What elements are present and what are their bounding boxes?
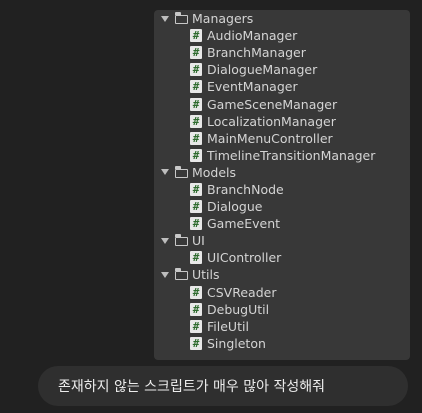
csharp-script-icon: # — [190, 182, 202, 196]
csharp-script-icon: # — [190, 63, 202, 77]
tree-folder-row: Utils — [154, 266, 410, 283]
tree-item-label: DialogueManager — [207, 62, 318, 78]
tree-file-row: # MainMenuController — [154, 130, 410, 147]
tree-file-row: # TimelineTransitionManager — [154, 147, 410, 164]
project-tree: Managers # AudioManager # BranchManager # Dial… — [154, 10, 410, 352]
tree-file-row: # GameSceneManager — [154, 95, 410, 112]
folder-icon — [174, 12, 188, 25]
tree-item-label: Utils — [192, 267, 220, 283]
tree-item-label: BranchNode — [207, 181, 284, 197]
tree-item-label: Models — [192, 164, 237, 180]
csharp-script-icon: # — [190, 336, 202, 350]
tree-item-label: GameEvent — [207, 216, 281, 232]
tree-item-label: EventManager — [207, 79, 298, 95]
tree-item-label: BranchManager — [207, 45, 306, 61]
expand-arrow-icon — [161, 169, 169, 176]
folder-icon — [174, 234, 188, 247]
expand-arrow-icon — [161, 237, 169, 244]
tree-item-label: CSVReader — [207, 284, 277, 300]
tree-item-label: Dialogue — [207, 199, 263, 215]
expand-arrow-icon — [161, 271, 169, 278]
tree-item-label: Singleton — [207, 335, 266, 351]
user-message-text: 존재하지 않는 스크립트가 매우 많아 작성해줘 — [58, 379, 325, 395]
csharp-script-icon: # — [190, 200, 202, 214]
tree-folder-row: Managers — [154, 10, 410, 27]
tree-item-label: UIController — [207, 250, 282, 266]
tree-file-row: # EventManager — [154, 78, 410, 95]
tree-item-label: DebugUtil — [207, 301, 270, 317]
user-message-bubble: 존재하지 않는 스크립트가 매우 많아 작성해줘 — [38, 366, 408, 406]
csharp-script-icon: # — [190, 217, 202, 231]
tree-file-row: # BranchNode — [154, 181, 410, 198]
tree-item-label: GameSceneManager — [207, 96, 338, 112]
csharp-script-icon: # — [190, 29, 202, 43]
tree-file-row: # BranchManager — [154, 44, 410, 61]
tree-item-label: MainMenuController — [207, 130, 333, 146]
folder-icon — [174, 165, 188, 178]
csharp-script-icon: # — [190, 80, 202, 94]
tree-item-label: UI — [192, 233, 205, 249]
tree-file-row: # DialogueManager — [154, 61, 410, 78]
csharp-script-icon: # — [190, 319, 202, 333]
tree-item-label: AudioManager — [207, 28, 298, 44]
csharp-script-icon: # — [190, 131, 202, 145]
expand-arrow-icon — [161, 15, 169, 22]
tree-item-label: LocalizationManager — [207, 113, 336, 129]
csharp-script-icon: # — [190, 251, 202, 265]
tree-file-row: # FileUtil — [154, 318, 410, 335]
tree-file-row: # AudioManager — [154, 27, 410, 44]
tree-item-label: TimelineTransitionManager — [207, 147, 376, 163]
tree-file-row: # GameEvent — [154, 215, 410, 232]
tree-item-label: FileUtil — [207, 318, 249, 334]
csharp-script-icon: # — [190, 148, 202, 162]
tree-file-row: # DebugUtil — [154, 301, 410, 318]
tree-item-label: Managers — [192, 11, 254, 27]
tree-folder-row: UI — [154, 232, 410, 249]
csharp-script-icon: # — [190, 285, 202, 299]
tree-file-row: # Dialogue — [154, 198, 410, 215]
tree-file-row: # UIController — [154, 249, 410, 266]
project-tree-image: Managers # AudioManager # BranchManager # Dial… — [154, 10, 410, 360]
tree-file-row: # CSVReader — [154, 284, 410, 301]
tree-folder-row: Models — [154, 164, 410, 181]
tree-file-row: # LocalizationManager — [154, 113, 410, 130]
tree-file-row: # Singleton — [154, 335, 410, 352]
folder-icon — [174, 268, 188, 281]
csharp-script-icon: # — [190, 302, 202, 316]
csharp-script-icon: # — [190, 46, 202, 60]
chat-page: Managers # AudioManager # BranchManager # Dial… — [0, 0, 422, 413]
csharp-script-icon: # — [190, 97, 202, 111]
csharp-script-icon: # — [190, 114, 202, 128]
